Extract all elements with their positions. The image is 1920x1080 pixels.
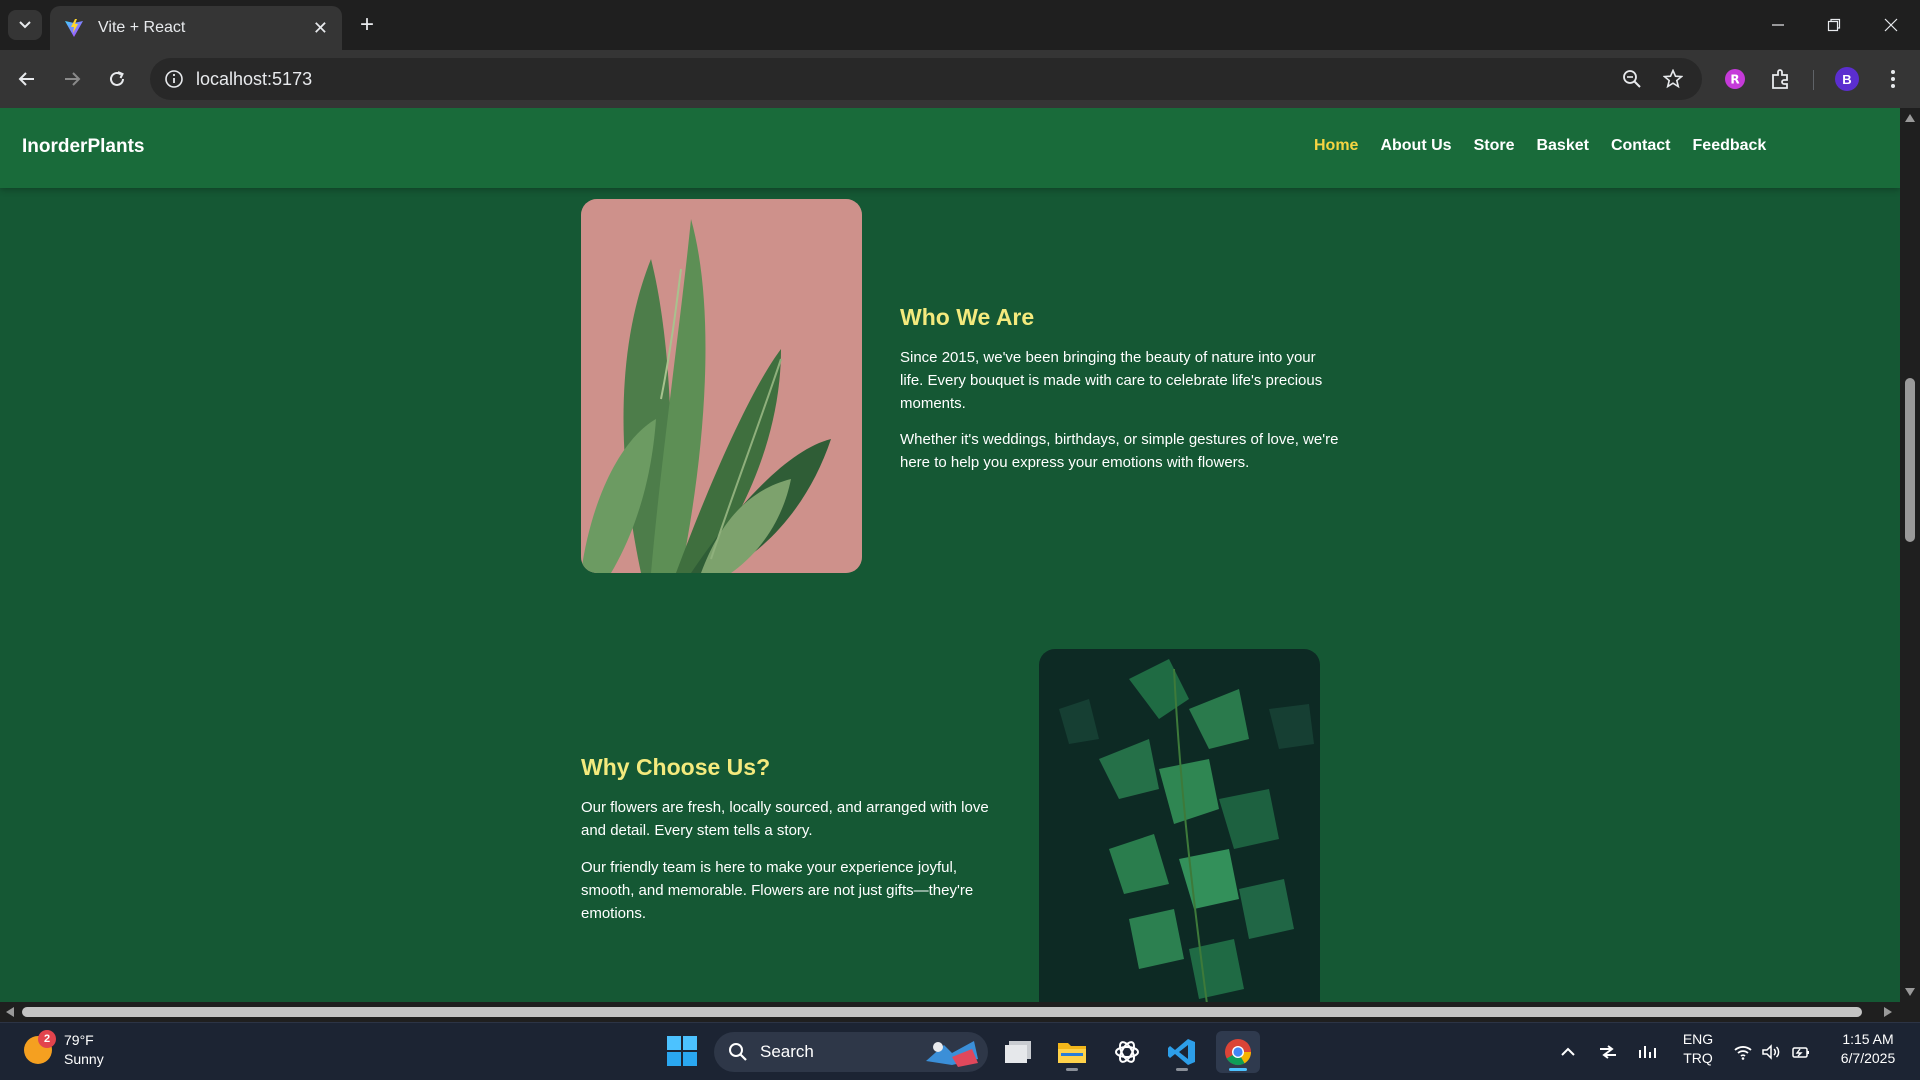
why-choose-us-paragraph-1: Our flowers are fresh, locally sourced, … [581,799,989,839]
close-icon [1884,18,1898,32]
restore-button[interactable] [1814,8,1854,42]
language-primary: ENG [1682,1031,1714,1047]
arrow-right-icon [65,72,81,86]
wifi-icon[interactable] [1732,1041,1754,1063]
ivy-leaves-photo [1039,649,1320,1002]
scroll-up-arrow-icon[interactable] [1905,114,1915,122]
taskbar-chrome[interactable] [1216,1031,1260,1073]
more-vertical-icon [1891,70,1895,88]
taskbar-task-view[interactable] [996,1031,1040,1073]
chrome-icon [1225,1039,1252,1066]
weather-badge: 2 [38,1030,56,1048]
weather-widget[interactable]: 2 79°F Sunny [24,1030,104,1069]
clock-date: 6/7/2025 [1840,1050,1896,1066]
vite-logo-icon [65,19,83,37]
clock-time: 1:15 AM [1842,1031,1894,1047]
vscode-icon [1168,1039,1195,1065]
taskbar-vscode[interactable] [1160,1031,1204,1073]
search-icon [729,1043,747,1061]
browser-toolbar: localhost:5173 R B [0,50,1920,108]
forward-button[interactable] [55,62,89,96]
nav-store[interactable]: Store [1474,137,1515,155]
taskbar-chatgpt[interactable] [1105,1031,1149,1073]
zoom-icon[interactable] [1620,67,1644,91]
language-secondary: TRQ [1683,1050,1713,1066]
show-hidden-icons-chevron-up-icon[interactable] [1557,1041,1579,1063]
who-we-are-paragraph-1: Since 2015, we've been bringing the beau… [900,349,1323,412]
scroll-right-arrow-icon[interactable] [1884,1007,1892,1017]
site-info-icon[interactable] [162,67,186,91]
tab-close-icon[interactable]: ✕ [313,18,328,39]
tray-app-icon[interactable] [1597,1041,1619,1063]
browser-tab[interactable]: Vite + React ✕ [50,6,342,50]
volume-icon[interactable] [1760,1041,1782,1063]
reload-icon [110,71,124,86]
bookmark-star-icon[interactable] [1661,67,1685,91]
folder-icon [1058,1043,1086,1063]
horizontal-scroll-thumb[interactable] [22,1007,1862,1017]
why-choose-us-paragraph-2: Our friendly team is here to make your e… [581,859,974,922]
avatar: B [1835,67,1859,91]
extensions-puzzle-icon[interactable] [1764,62,1798,96]
url-text[interactable]: localhost:5173 [196,69,312,90]
search-highlight-icon [926,1041,978,1067]
weather-temperature: 79°F [64,1032,94,1048]
sun-icon: 2 [24,1030,56,1064]
svg-text:R: R [1730,73,1739,87]
site-logo[interactable]: InorderPlants [22,136,144,158]
nav-home[interactable]: Home [1314,137,1358,155]
profile-button[interactable]: B [1830,62,1864,96]
battery-icon[interactable] [1790,1041,1812,1063]
tab-title: Vite + React [98,19,186,36]
page-viewport: InorderPlants Home About Us Store Basket… [0,108,1900,1002]
clock[interactable]: 1:15 AM 6/7/2025 [1828,1030,1908,1068]
nav-feedback[interactable]: Feedback [1693,137,1767,155]
new-tab-button[interactable]: + [354,11,380,38]
taskbar-file-explorer[interactable] [1050,1031,1094,1073]
nav-basket[interactable]: Basket [1536,137,1588,155]
windows-taskbar: 2 79°F Sunny Search ENG TRQ 1:15 AM 6/7/… [0,1022,1920,1080]
arrow-left-icon [18,72,34,86]
who-we-are-title: Who We Are [900,304,1035,330]
menu-button[interactable] [1876,62,1910,96]
taskbar-search-label: Search [760,1042,814,1061]
scroll-left-arrow-icon[interactable] [6,1007,14,1017]
back-button[interactable] [10,62,44,96]
minimize-icon [1772,24,1784,26]
site-nav: Home About Us Store Basket Contact Feedb… [1314,137,1766,155]
horizontal-scrollbar[interactable] [0,1002,1920,1022]
task-view-icon [1005,1041,1031,1063]
vertical-scroll-thumb[interactable] [1905,378,1915,542]
nav-about-us[interactable]: About Us [1380,137,1451,155]
nav-contact[interactable]: Contact [1611,137,1671,155]
banana-leaf-photo [581,199,862,573]
site-header: InorderPlants Home About Us Store Basket… [0,108,1900,188]
chevron-down-icon [19,21,31,29]
start-button[interactable] [666,1035,698,1067]
reload-button[interactable] [100,62,134,96]
tab-search-button[interactable] [8,10,42,40]
toolbar-divider [1813,70,1814,90]
chatgpt-icon [1115,1041,1139,1063]
why-choose-us-title: Why Choose Us? [581,754,771,780]
browser-tabstrip: Vite + React ✕ + [0,0,1920,50]
taskbar-search[interactable]: Search [714,1032,988,1072]
address-bar[interactable]: localhost:5173 [150,58,1702,100]
tray-audio-meter-icon[interactable] [1637,1041,1659,1063]
close-window-button[interactable] [1871,8,1911,42]
restore-icon [1827,18,1841,32]
who-we-are-paragraph-2: Whether it's weddings, birthdays, or sim… [900,431,1339,471]
extension-r-icon[interactable]: R [1718,62,1752,96]
vertical-scrollbar[interactable] [1900,108,1920,1002]
weather-description: Sunny [64,1051,104,1067]
minimize-button[interactable] [1758,8,1798,42]
scroll-down-arrow-icon[interactable] [1905,988,1915,996]
windows-logo-icon [667,1036,697,1066]
